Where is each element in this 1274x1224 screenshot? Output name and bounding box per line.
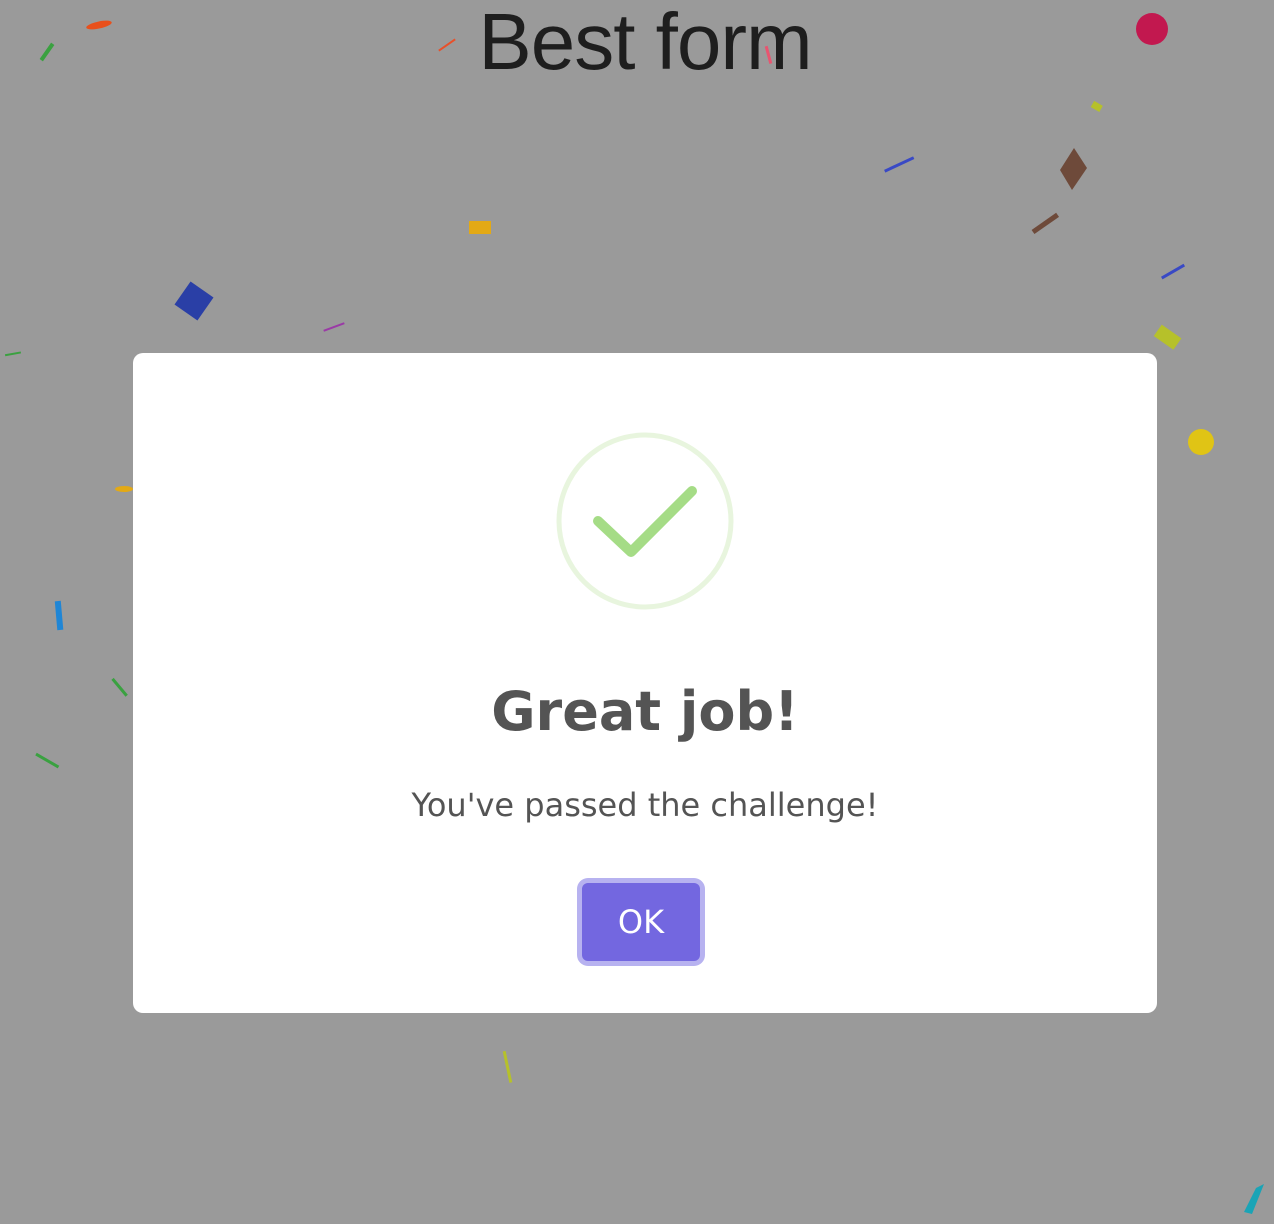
confetti-piece [1060, 148, 1087, 190]
confetti-piece [4, 351, 22, 357]
confetti-piece [1188, 429, 1214, 455]
confetti-piece [115, 486, 133, 492]
confetti-piece [438, 38, 456, 52]
confetti-piece [1031, 212, 1060, 235]
confetti-piece [35, 752, 60, 769]
confetti-piece [1161, 263, 1186, 280]
confetti-piece [1244, 1184, 1264, 1214]
confetti-piece [502, 1050, 513, 1083]
confetti-piece [111, 677, 128, 697]
confetti-piece [1136, 13, 1168, 45]
confetti-piece [323, 322, 345, 332]
confetti-piece [1090, 100, 1103, 112]
ok-button[interactable]: OK [582, 883, 700, 961]
dialog-title: Great job! [491, 680, 799, 743]
confetti-piece [174, 281, 214, 321]
confetti-piece [54, 600, 64, 631]
success-check-icon [556, 432, 734, 610]
confetti-piece [884, 156, 915, 173]
confetti-piece [469, 221, 491, 234]
dialog-message: You've passed the challenge! [411, 786, 879, 824]
confetti-piece [764, 45, 773, 64]
confetti-piece [39, 42, 55, 62]
success-dialog: Great job! You've passed the challenge! … [133, 353, 1157, 1013]
confetti-piece [1153, 324, 1182, 350]
confetti-piece [86, 20, 112, 30]
